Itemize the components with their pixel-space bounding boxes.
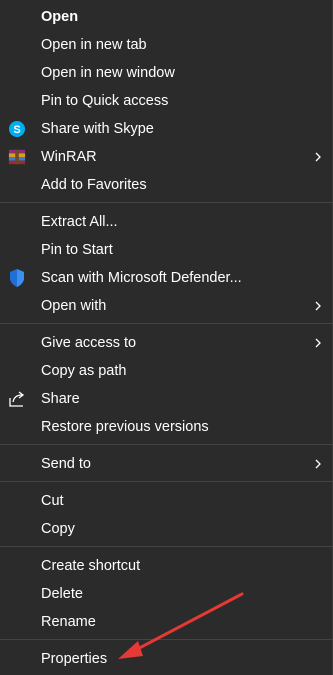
menu-item-cut[interactable]: Cut [0,487,333,515]
menu-item-create-shortcut[interactable]: Create shortcut [0,552,333,580]
menu-item-label: Open with [41,298,107,314]
menu-item-pin-to-quick-access[interactable]: Pin to Quick access [0,87,333,115]
menu-item-label: Open in new tab [41,37,147,53]
menu-item-copy-as-path[interactable]: Copy as path [0,357,333,385]
menu-item-label: Cut [41,493,64,509]
chevron-right-icon [315,301,321,311]
winrar-icon [8,148,26,166]
menu-item-properties[interactable]: Properties [0,645,333,673]
menu-item-label: Pin to Start [41,242,113,258]
share-icon [8,390,26,408]
menu-item-winrar[interactable]: WinRAR [0,143,333,171]
menu-item-label: WinRAR [41,149,97,165]
context-menu: Open Open in new tab Open in new window … [0,0,333,675]
menu-item-pin-to-start[interactable]: Pin to Start [0,236,333,264]
chevron-right-icon [315,338,321,348]
menu-item-label: Open [41,9,79,25]
menu-item-label: Open in new window [41,65,175,81]
menu-separator [0,323,333,324]
menu-item-restore-previous-versions[interactable]: Restore previous versions [0,413,333,441]
menu-item-send-to[interactable]: Send to [0,450,333,478]
menu-item-open-with[interactable]: Open with [0,292,333,320]
menu-separator [0,202,333,203]
menu-item-scan-with-defender[interactable]: Scan with Microsoft Defender... [0,264,333,292]
menu-item-label: Properties [41,651,108,667]
menu-item-label: Share with Skype [41,121,154,137]
menu-item-give-access-to[interactable]: Give access to [0,329,333,357]
menu-item-label: Delete [41,586,83,602]
menu-item-extract-all[interactable]: Extract All... [0,208,333,236]
skype-icon: S [8,120,26,138]
menu-separator [0,546,333,547]
menu-separator [0,639,333,640]
menu-item-open-in-new-window[interactable]: Open in new window [0,59,333,87]
menu-item-delete[interactable]: Delete [0,580,333,608]
menu-item-label: Copy as path [41,363,127,379]
svg-text:S: S [13,124,20,136]
menu-item-share-with-skype[interactable]: S Share with Skype [0,115,333,143]
menu-item-share[interactable]: Share [0,385,333,413]
menu-item-label: Restore previous versions [41,419,209,435]
menu-item-label: Extract All... [41,214,118,230]
defender-shield-icon [8,269,26,287]
menu-item-open-in-new-tab[interactable]: Open in new tab [0,31,333,59]
menu-item-label: Share [41,391,80,407]
menu-item-rename[interactable]: Rename [0,608,333,636]
menu-item-label: Scan with Microsoft Defender... [41,270,242,286]
menu-item-label: Pin to Quick access [41,93,169,109]
chevron-right-icon [315,152,321,162]
menu-item-label: Rename [41,614,96,630]
menu-item-copy[interactable]: Copy [0,515,333,543]
menu-item-add-to-favorites[interactable]: Add to Favorites [0,171,333,199]
menu-item-open[interactable]: Open [0,3,333,31]
menu-item-label: Add to Favorites [41,177,147,193]
chevron-right-icon [315,459,321,469]
menu-separator [0,444,333,445]
menu-item-label: Send to [41,456,91,472]
menu-item-label: Create shortcut [41,558,141,574]
menu-item-label: Copy [41,521,75,537]
menu-item-label: Give access to [41,335,137,351]
menu-separator [0,481,333,482]
